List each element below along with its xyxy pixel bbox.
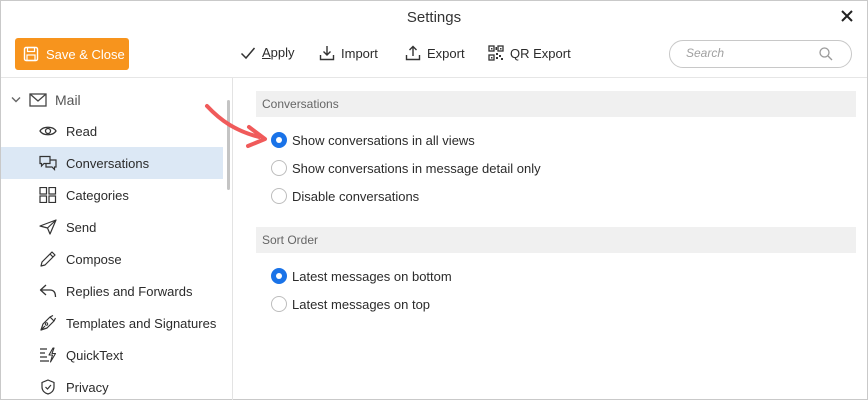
sidebar-item-read[interactable]: Read xyxy=(1,115,223,147)
sidebar-item-label: Read xyxy=(66,123,98,139)
sidebar-item-conversations[interactable]: Conversations xyxy=(1,147,223,179)
settings-sidebar: Mail Read Conversations Categories Send … xyxy=(1,78,233,400)
settings-window: Settings Save & Close Apply Import Expor… xyxy=(0,0,868,400)
import-icon xyxy=(319,46,335,61)
radio-button[interactable] xyxy=(271,296,287,312)
shield-icon xyxy=(41,379,55,395)
send-icon xyxy=(39,219,57,235)
sidebar-item-label: Categories xyxy=(66,187,129,203)
pencil-icon xyxy=(40,251,56,267)
radio-button-checked[interactable] xyxy=(271,132,287,148)
sidebar-item-label: Templates and Signatures xyxy=(66,315,217,331)
settings-content: Conversations Show conversations in all … xyxy=(234,78,867,400)
sidebar-item-quicktext[interactable]: QuickText xyxy=(1,339,223,371)
annotation-arrow-icon xyxy=(205,104,267,148)
save-close-button[interactable]: Save & Close xyxy=(15,38,129,70)
radio-detail-only[interactable]: Show conversations in message detail onl… xyxy=(271,160,541,176)
radio-show-all-views[interactable]: Show conversations in all views xyxy=(271,132,475,148)
radio-label: Latest messages on bottom xyxy=(292,268,452,284)
pen-nib-icon xyxy=(40,315,57,331)
sidebar-item-label: Privacy xyxy=(66,379,109,395)
reply-icon xyxy=(39,284,57,298)
radio-button[interactable] xyxy=(271,188,287,204)
export-button[interactable]: Export xyxy=(405,45,465,61)
checkmark-icon xyxy=(240,47,256,59)
export-label: Export xyxy=(427,45,465,61)
qr-export-button[interactable]: QR Export xyxy=(488,45,571,61)
quicktext-icon xyxy=(40,347,57,363)
chevron-down-icon[interactable] xyxy=(11,96,21,104)
section-header-sort-order: Sort Order xyxy=(256,227,856,253)
save-close-label: Save & Close xyxy=(46,46,125,62)
export-icon xyxy=(405,45,421,61)
qr-code-icon xyxy=(488,45,504,61)
close-icon xyxy=(841,10,853,22)
sidebar-item-privacy[interactable]: Privacy xyxy=(1,371,223,400)
save-icon xyxy=(23,46,39,62)
sidebar-item-label: Replies and Forwards xyxy=(66,283,193,299)
toolbar: Save & Close Apply Import Export QR Expo… xyxy=(1,33,867,77)
search-box[interactable] xyxy=(669,40,852,68)
eye-icon xyxy=(39,126,57,136)
sidebar-item-label: QuickText xyxy=(66,347,124,363)
apply-button[interactable]: Apply xyxy=(240,45,295,60)
window-title: Settings xyxy=(406,9,462,26)
sidebar-item-replies-forwards[interactable]: Replies and Forwards xyxy=(1,275,223,307)
apply-label: Apply xyxy=(262,45,295,60)
radio-label: Latest messages on top xyxy=(292,296,431,312)
conversations-icon xyxy=(39,155,57,171)
radio-label: Disable conversations xyxy=(292,188,420,204)
sidebar-item-label: Conversations xyxy=(66,155,150,171)
radio-latest-top[interactable]: Latest messages on top xyxy=(271,296,430,312)
search-icon[interactable] xyxy=(819,47,833,61)
sidebar-item-categories[interactable]: Categories xyxy=(1,179,223,211)
radio-label: Show conversations in all views xyxy=(292,132,475,148)
search-input[interactable] xyxy=(686,46,816,60)
categories-icon xyxy=(39,187,57,203)
close-button[interactable] xyxy=(837,6,857,26)
sidebar-group-mail[interactable]: Mail xyxy=(11,92,81,108)
sidebar-item-compose[interactable]: Compose xyxy=(1,243,223,275)
radio-disable-conversations[interactable]: Disable conversations xyxy=(271,188,419,204)
section-header-conversations: Conversations xyxy=(256,91,856,117)
sidebar-item-send[interactable]: Send xyxy=(1,211,223,243)
qr-export-label: QR Export xyxy=(510,45,571,61)
radio-button-checked[interactable] xyxy=(271,268,287,284)
import-button[interactable]: Import xyxy=(319,45,378,61)
sidebar-item-label: Compose xyxy=(66,251,122,267)
sidebar-group-label: Mail xyxy=(55,92,81,108)
sidebar-item-label: Send xyxy=(66,219,97,235)
radio-button[interactable] xyxy=(271,160,287,176)
radio-label: Show conversations in message detail onl… xyxy=(292,160,541,176)
sidebar-item-templates-signatures[interactable]: Templates and Signatures xyxy=(1,307,223,339)
radio-latest-bottom[interactable]: Latest messages on bottom xyxy=(271,268,452,284)
mail-icon xyxy=(29,93,47,107)
import-label: Import xyxy=(341,45,378,61)
title-bar: Settings xyxy=(1,1,867,33)
